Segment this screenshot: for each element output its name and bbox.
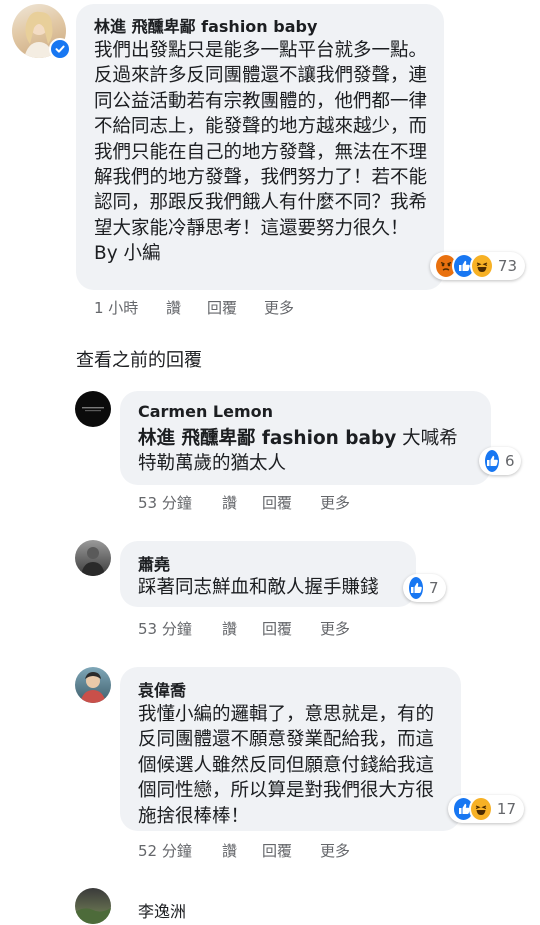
reply-text: 林進 飛醺卑鄙 fashion baby 大喊希特勒萬歲的猶太人	[138, 426, 468, 477]
reply-link[interactable]: 回覆	[262, 618, 320, 639]
see-previous-replies[interactable]: 查看之前的回覆	[76, 346, 202, 372]
timestamp[interactable]: 1 小時	[94, 297, 166, 318]
reply-text: 踩著同志鮮血和敵人握手賺錢	[138, 577, 379, 598]
haha-icon	[469, 796, 493, 822]
reply-author[interactable]: 袁偉喬	[138, 677, 186, 701]
avatar[interactable]	[75, 667, 111, 703]
reply-meta: 52 分鐘 讚 回覆 更多	[138, 840, 350, 861]
avatar[interactable]	[75, 540, 111, 576]
avatar[interactable]	[75, 888, 111, 924]
reaction-count: 73	[497, 257, 517, 275]
like-icon	[407, 575, 425, 601]
reply-link[interactable]: 回覆	[262, 492, 320, 513]
reaction-count: 17	[496, 800, 516, 818]
haha-icon	[469, 253, 494, 279]
reply-meta: 53 分鐘 讚 回覆 更多	[138, 492, 350, 513]
comment-author[interactable]: 林進 飛醺卑鄙 fashion baby	[94, 13, 317, 37]
reply-link[interactable]: 回覆	[262, 840, 320, 861]
reaction-count: 7	[429, 579, 439, 597]
reply-author[interactable]: 李逸洲	[138, 898, 186, 922]
comment-text: 我們出發點只是能多一點平台就多一點。反過來許多反同團體還不讓我們發聲，連同公益活…	[94, 40, 428, 265]
verified-badge-icon	[49, 38, 71, 60]
more-link[interactable]: 更多	[320, 840, 350, 861]
reply-link[interactable]: 回覆	[207, 297, 264, 318]
more-link[interactable]: 更多	[320, 618, 350, 639]
more-link[interactable]: 更多	[320, 492, 350, 513]
reaction-summary[interactable]: 73	[430, 252, 525, 280]
reaction-count: 6	[505, 452, 515, 470]
more-link[interactable]: 更多	[264, 297, 294, 318]
reply-meta: 53 分鐘 讚 回覆 更多	[138, 618, 350, 639]
timestamp[interactable]: 53 分鐘	[138, 618, 222, 639]
comment-meta: 1 小時 讚 回覆 更多	[94, 297, 294, 318]
like-link[interactable]: 讚	[222, 492, 262, 513]
reply-author[interactable]: Carmen Lemon	[138, 402, 273, 421]
like-link[interactable]: 讚	[166, 297, 207, 318]
avatar[interactable]	[75, 391, 111, 427]
timestamp[interactable]: 53 分鐘	[138, 492, 222, 513]
reply-text: 我懂小編的邏輯了，意思就是，有的反同團體還不願意發業配給我，而這個候選人雖然反同…	[138, 704, 435, 827]
like-link[interactable]: 讚	[222, 840, 262, 861]
like-icon	[483, 448, 501, 474]
mention-link[interactable]: 林進 飛醺卑鄙 fashion baby	[138, 428, 396, 449]
reply-author[interactable]: 蕭堯	[138, 551, 170, 575]
like-link[interactable]: 讚	[222, 618, 262, 639]
reaction-summary[interactable]: 6	[479, 447, 521, 475]
timestamp[interactable]: 52 分鐘	[138, 840, 222, 861]
reaction-summary[interactable]: 17	[448, 795, 524, 823]
reaction-summary[interactable]: 7	[403, 574, 446, 602]
